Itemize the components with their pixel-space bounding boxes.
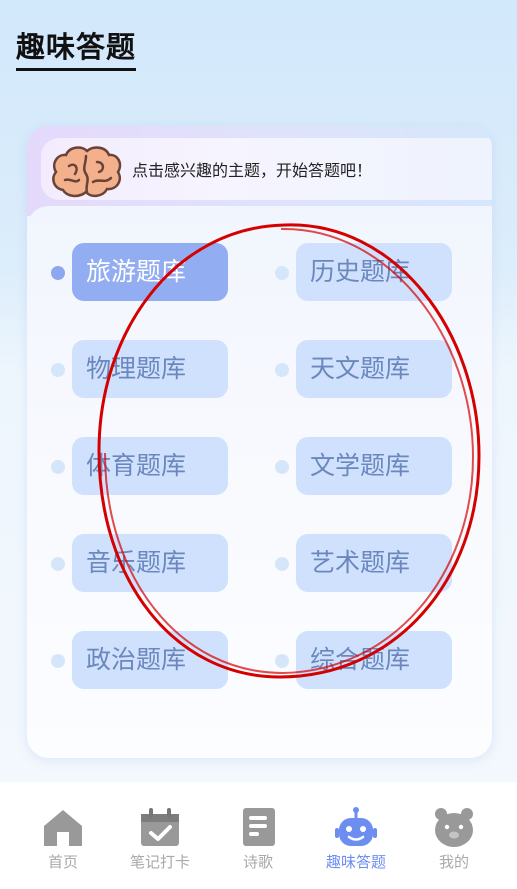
topic-dot	[51, 460, 65, 474]
topic-history[interactable]: 历史题库	[296, 243, 452, 301]
topic-dot	[275, 557, 289, 571]
brain-icon	[52, 146, 122, 198]
tab-label: 首页	[47, 853, 78, 871]
topic-dot	[275, 363, 289, 377]
topic-physics[interactable]: 物理题库	[72, 340, 228, 398]
topic-literature[interactable]: 文学题库	[296, 437, 452, 495]
topic-politics[interactable]: 政治题库	[72, 631, 228, 689]
topic-astronomy[interactable]: 天文题库	[296, 340, 452, 398]
tab-label: 我的	[438, 853, 469, 871]
page-title: 趣味答题	[16, 30, 137, 71]
document-icon	[243, 808, 275, 846]
tab-fun-quiz[interactable]: 趣味答题	[316, 806, 396, 876]
topic-travel[interactable]: 旅游题库	[72, 243, 228, 301]
tab-poetry[interactable]: 诗歌	[218, 806, 298, 876]
topic-dot	[51, 363, 65, 377]
topic-dot	[275, 460, 289, 474]
tab-label: 诗歌	[242, 853, 273, 871]
robot-icon	[335, 807, 377, 846]
topic-dot	[51, 557, 65, 571]
bear-face-icon	[435, 808, 473, 847]
tab-label: 笔记打卡	[129, 853, 190, 871]
tab-home[interactable]: 首页	[23, 806, 103, 876]
topic-art[interactable]: 艺术题库	[296, 534, 452, 592]
tab-notes-checkin[interactable]: 笔记打卡	[120, 806, 200, 876]
tab-profile[interactable]: 我的	[414, 806, 494, 876]
topic-comprehensive[interactable]: 综合题库	[296, 631, 452, 689]
topic-music[interactable]: 音乐题库	[72, 534, 228, 592]
topic-dot	[275, 266, 289, 280]
topic-sports[interactable]: 体育题库	[72, 437, 228, 495]
banner-text: 点击感兴趣的主题，开始答题吧！	[132, 161, 373, 180]
home-icon	[44, 810, 82, 846]
bottom-tab-bar: 首页 笔记打卡 诗歌 趣味答题 我的	[0, 782, 517, 889]
topic-dot	[275, 654, 289, 668]
topic-dot	[51, 654, 65, 668]
calendar-check-icon	[141, 808, 179, 846]
tab-label: 趣味答题	[325, 853, 386, 871]
topic-dot	[51, 266, 65, 280]
topic-card: 点击感兴趣的主题，开始答题吧！ 旅游题库 历史题库 物理题库 天文题库 体育题库…	[27, 126, 492, 758]
